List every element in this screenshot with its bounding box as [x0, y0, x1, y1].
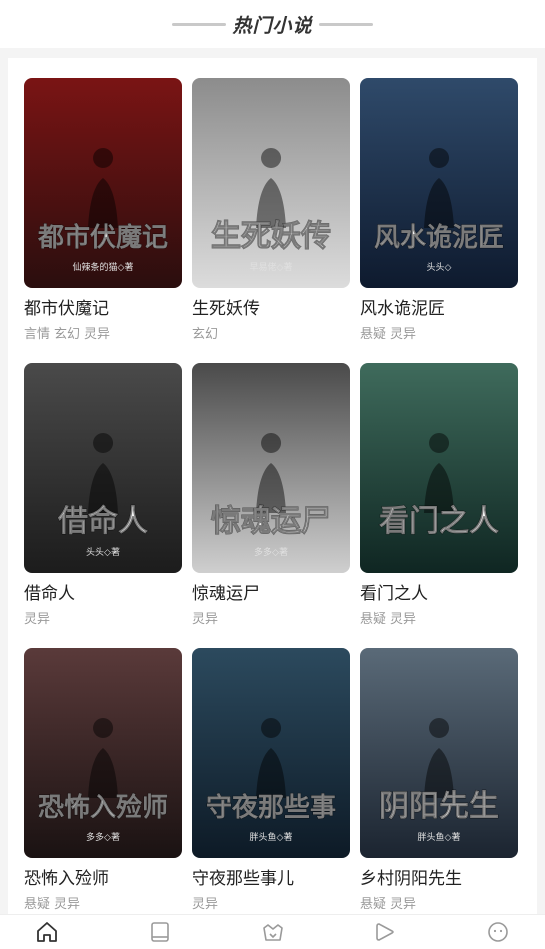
book-tag: 灵异 [192, 612, 219, 627]
book-title[interactable]: 借命人 [24, 579, 182, 604]
cover-art: 恐怖入殓师多多◇著 [24, 648, 182, 858]
cover-title: 风水诡泥匠 [374, 223, 504, 253]
book-title[interactable]: 惊魂运尸 [192, 579, 350, 604]
book-title[interactable]: 乡村阴阳先生 [360, 864, 518, 889]
book-card[interactable]: 恐怖入殓师 多多◇著 恐怖入殓师 悬疑 灵异 [24, 648, 182, 933]
book-tag: 悬疑 [360, 612, 387, 627]
book-tag: 灵异 [84, 327, 111, 342]
cover-title: 借命人 [57, 504, 148, 539]
basket-icon [262, 924, 283, 941]
book-tag: 灵异 [54, 897, 81, 912]
book-card[interactable]: 风水诡泥匠 头头◇ 风水诡泥匠 悬疑 灵异 [360, 78, 518, 363]
cover-art: 生死妖传早易佬◇著 [192, 78, 350, 288]
cover-art: 风水诡泥匠头头◇ [360, 78, 518, 288]
cover-author: 多多◇著 [86, 831, 120, 843]
book-tags: 悬疑 灵异 [24, 893, 182, 912]
cover-author: 头头◇著 [86, 546, 120, 558]
cover-art: 阴阳先生胖头鱼◇著 [360, 648, 518, 858]
section-title: 热门小说 [232, 14, 313, 37]
book-tags: 玄幻 [192, 323, 350, 342]
header-divider-left [172, 22, 227, 26]
book-tag: 灵异 [24, 612, 51, 627]
cover-art: 守夜那些事胖头鱼◇著 [192, 648, 350, 858]
book-tags: 言情 玄幻 灵异 [24, 323, 182, 342]
tab-video[interactable] [372, 919, 398, 945]
book-tags: 灵异 [192, 608, 350, 627]
cover-art: 借命人头头◇著 [24, 363, 182, 573]
cover-author: 仙辣条的猫◇著 [73, 261, 134, 273]
book-cover[interactable]: 都市伏魔记仙辣条的猫◇著 [24, 78, 182, 288]
cover-title: 看门之人 [379, 504, 499, 539]
cover-title: 惊魂运尸 [211, 504, 331, 539]
book-tag: 灵异 [390, 897, 417, 912]
book-card[interactable]: 看门之人 看门之人 悬疑 灵异 [360, 363, 518, 648]
page: 热门小说 都市伏魔记 仙辣条的猫◇著 都市伏魔记 言情 玄幻 灵异 生死妖传 早易佬◇著 生死妖… [0, 0, 545, 949]
cover-title: 都市伏魔记 [37, 222, 168, 253]
cover-author: 多多◇著 [254, 546, 288, 558]
tab-bookshelf[interactable] [147, 919, 173, 945]
cover-title: 阴阳先生 [379, 789, 499, 824]
play-icon [376, 923, 395, 941]
book-title[interactable]: 守夜那些事儿 [192, 864, 350, 889]
book-cover[interactable]: 风水诡泥匠头头◇ [360, 78, 518, 288]
tab-store[interactable] [260, 919, 286, 945]
book-tag: 玄幻 [54, 327, 81, 342]
book-card[interactable]: 生死妖传 早易佬◇著 生死妖传 玄幻 [192, 78, 350, 363]
book-cover[interactable]: 惊魂运尸多多◇著 [192, 363, 350, 573]
book-title[interactable]: 看门之人 [360, 579, 518, 604]
book-grid: 都市伏魔记 仙辣条的猫◇著 都市伏魔记 言情 玄幻 灵异 生死妖传 早易佬◇著 生死妖传 玄幻 风水… [24, 78, 518, 933]
book-card[interactable]: 守夜那些事胖头鱼◇著守夜那些事儿灵异 [192, 648, 350, 933]
book-tag: 言情 [24, 327, 51, 342]
book-cover[interactable]: 借命人头头◇著 [24, 363, 182, 573]
book-title[interactable]: 生死妖传 [192, 294, 350, 319]
face-icon [488, 922, 508, 942]
cover-author: 头头◇ [427, 262, 452, 273]
header-divider-right [318, 22, 373, 26]
book-card[interactable]: 惊魂运尸 多多◇著 惊魂运尸 灵异 [192, 363, 350, 648]
book-tag: 悬疑 [360, 327, 387, 342]
book-cover[interactable]: 阴阳先生胖头鱼◇著 [360, 648, 518, 858]
bottom-tab-bar [0, 914, 545, 949]
book-icon [150, 922, 169, 942]
book-tag: 玄幻 [192, 327, 219, 342]
tab-home[interactable] [34, 919, 60, 945]
book-tags: 灵异 [192, 893, 350, 912]
section-header: 热门小说 [0, 0, 545, 48]
book-list-panel: 都市伏魔记 仙辣条的猫◇著 都市伏魔记 言情 玄幻 灵异 生死妖传 早易佬◇著 生死妖传 玄幻 风水… [8, 58, 537, 914]
cover-title: 生死妖传 [211, 219, 331, 254]
book-tags: 灵异 [24, 608, 182, 627]
book-card[interactable]: 阴阳先生胖头鱼◇著乡村阴阳先生悬疑 灵异 [360, 648, 518, 933]
book-tags: 悬疑 灵异 [360, 608, 518, 627]
book-cover[interactable]: 恐怖入殓师多多◇著 [24, 648, 182, 858]
cover-art: 都市伏魔记仙辣条的猫◇著 [24, 78, 182, 288]
book-card[interactable]: 借命人 头头◇著 借命人 灵异 [24, 363, 182, 648]
book-title[interactable]: 风水诡泥匠 [360, 294, 518, 319]
book-tag: 悬疑 [24, 897, 51, 912]
book-cover[interactable]: 看门之人 [360, 363, 518, 573]
book-tag: 灵异 [390, 327, 417, 342]
cover-art: 看门之人 [360, 363, 518, 573]
book-tags: 悬疑 灵异 [360, 323, 518, 342]
book-title[interactable]: 都市伏魔记 [24, 294, 182, 319]
cover-title: 守夜那些事 [206, 792, 336, 823]
home-icon [37, 922, 57, 942]
book-card[interactable]: 都市伏魔记 仙辣条的猫◇著 都市伏魔记 言情 玄幻 灵异 [24, 78, 182, 363]
cover-author: 胖头鱼◇著 [418, 831, 461, 843]
book-title[interactable]: 恐怖入殓师 [24, 864, 182, 889]
book-tag: 灵异 [192, 897, 219, 912]
book-cover[interactable]: 守夜那些事胖头鱼◇著 [192, 648, 350, 858]
cover-title: 恐怖入殓师 [38, 792, 168, 823]
book-tag: 悬疑 [360, 897, 387, 912]
cover-author: 胖头鱼◇著 [250, 831, 293, 843]
book-cover[interactable]: 生死妖传早易佬◇著 [192, 78, 350, 288]
book-tags: 悬疑 灵异 [360, 893, 518, 912]
book-tag: 灵异 [390, 612, 417, 627]
cover-author: 早易佬◇著 [250, 261, 293, 273]
tab-profile[interactable] [485, 919, 511, 945]
cover-art: 惊魂运尸多多◇著 [192, 363, 350, 573]
